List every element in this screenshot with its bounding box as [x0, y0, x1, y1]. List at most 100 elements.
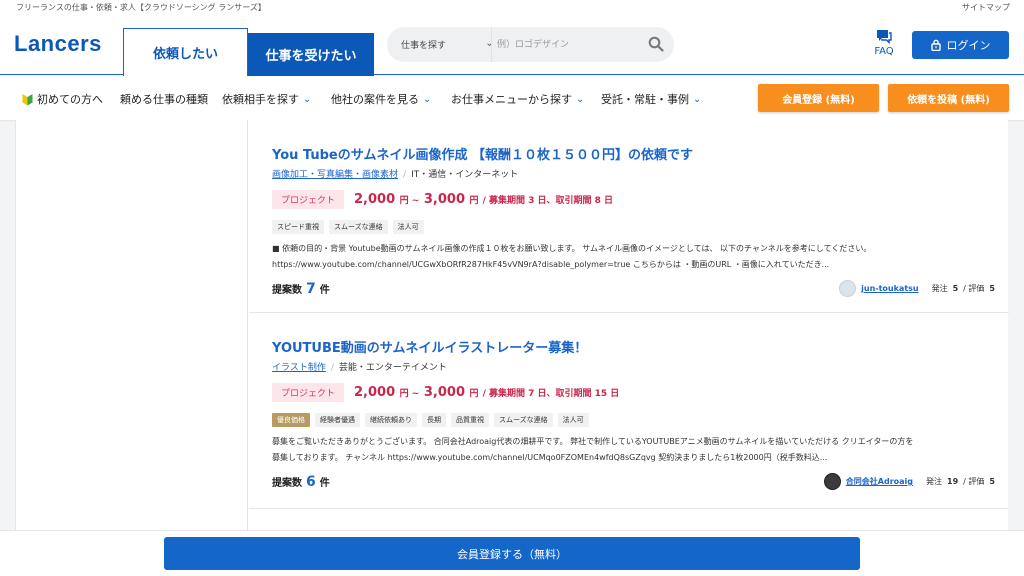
proposals-number: 6: [306, 474, 316, 490]
category-separator: /: [330, 363, 334, 373]
price-range: 2,000 円 ~ 3,000 円: [354, 192, 479, 207]
rating-value: 5: [989, 284, 995, 293]
project-badge: プロジェクト: [272, 190, 345, 209]
client-info: 合同会社Adroaig 発注 19 / 評価 5: [823, 473, 995, 490]
lancers-logo[interactable]: Lancers: [14, 31, 102, 57]
avatar[interactable]: [823, 473, 841, 490]
proposals-unit: 件: [319, 285, 330, 296]
price-row: プロジェクト 2,000 円 ~ 3,000 円 / 募集期間 3 日、取引期間…: [272, 190, 613, 209]
login-button[interactable]: ログイン: [912, 31, 1009, 59]
proposals-number: 7: [306, 281, 316, 297]
login-label: ログイン: [946, 39, 991, 52]
job-categories: 画像加工・写真編集・画像素材 / IT・通信・インターネット: [272, 167, 518, 180]
rating-value: 5: [989, 477, 995, 486]
nav-label: 他社の案件を見る: [331, 93, 419, 106]
tag-list: スピード重視 スムーズな連絡 法人可: [272, 220, 424, 234]
job-title-link[interactable]: YOUTUBE動画のサムネイルイラストレーター募集！: [272, 337, 587, 356]
nav-work-menu[interactable]: お仕事メニューから探す ⌄: [451, 91, 584, 107]
main-nav: 初めての方へ 頼める仕事の種類 依頼相手を探す ⌄ 他社の案件を見る ⌄ お仕事…: [0, 76, 1024, 120]
chevron-down-icon: ⌄: [693, 93, 702, 105]
orders-label: 発注: [926, 477, 943, 486]
left-column: [16, 120, 248, 530]
avatar[interactable]: [839, 280, 857, 297]
post-request-button[interactable]: 依頼を投稿 (無料): [888, 84, 1009, 112]
search-bar: 仕事を探す ⌄: [387, 27, 674, 62]
project-badge: プロジェクト: [272, 383, 345, 402]
faq-link[interactable]: FAQ: [868, 29, 900, 57]
proposal-count: 提案数 6 件: [272, 474, 330, 490]
chat-bubble-icon: [877, 30, 892, 44]
nav-beginners[interactable]: 初めての方へ: [22, 91, 103, 107]
job-description: ■ 依頼の目的・背景 Youtube動画のサムネイル画像の作成１０枚をお願い致し…: [272, 241, 997, 273]
tag-list: 優良価格 経験者優遇 継続依頼あり 長期 品質重視 スムーズな連絡 法人可: [272, 413, 589, 427]
chevron-down-icon: ⌄: [576, 93, 585, 105]
category-link[interactable]: 画像加工・写真編集・画像素材: [272, 170, 398, 180]
nav-other-projects[interactable]: 他社の案件を見る ⌄: [331, 91, 431, 107]
proposal-count: 提案数 7 件: [272, 281, 330, 297]
orders-count: 5: [952, 284, 959, 293]
client-name-link[interactable]: jun-toukatsu: [861, 284, 918, 293]
tag: 品質重視: [451, 413, 489, 427]
recruitment-period: / 募集期間 7 日、取引期間 15 日: [482, 389, 620, 399]
top-bar: フリーランスの仕事・依頼・求人【クラウドソーシング ランサーズ】 サイトマップ: [0, 0, 1024, 14]
faq-label: FAQ: [874, 46, 894, 57]
industry-label: 芸能・エンターテイメント: [338, 363, 447, 373]
nav-find-contractor[interactable]: 依頼相手を探す ⌄: [222, 91, 311, 107]
description-line: ■ 依頼の目的・背景 Youtube動画のサムネイル画像の作成１０枚をお願い致し…: [272, 244, 872, 253]
nav-label: 頼める仕事の種類: [120, 93, 208, 106]
job-listing: YOUTUBE動画のサムネイルイラストレーター募集！ イラスト制作 / 芸能・エンタ…: [249, 313, 1009, 509]
bottom-bar: 会員登録する（無料）: [0, 530, 1024, 576]
premium-price-tag: 優良価格: [272, 413, 310, 427]
industry-label: IT・通信・インターネット: [411, 170, 519, 180]
tag: スムーズな連絡: [329, 220, 388, 234]
proposals-unit: 件: [319, 478, 330, 489]
nav-job-types[interactable]: 頼める仕事の種類: [120, 91, 208, 107]
tag: 法人可: [392, 220, 424, 234]
nav-contract-cases[interactable]: 受託・常駐・事例 ⌄: [601, 91, 701, 107]
job-title-link[interactable]: You Tubeのサムネイル画像作成 【報酬１０枚１５００円】の依頼です: [272, 144, 693, 163]
category-separator: /: [403, 170, 407, 180]
rating-label: / 評価: [963, 477, 985, 486]
nav-label: 依頼相手を探す: [222, 93, 299, 106]
tab-work[interactable]: 仕事を受けたい: [248, 33, 374, 76]
tag: 法人可: [557, 413, 589, 427]
register-free-button[interactable]: 会員登録する（無料）: [164, 537, 860, 570]
job-description: 募集をご覧いただきありがとうございます。 合同会社Adroaig代表の畑耕平です…: [272, 434, 997, 466]
search-scope-select[interactable]: 仕事を探す: [401, 38, 446, 51]
chevron-down-icon: ⌄: [303, 93, 312, 105]
chevron-down-icon: ⌄: [423, 93, 432, 105]
tag: スピード重視: [272, 220, 324, 234]
client-info: jun-toukatsu 発注 5 / 評価 5: [839, 280, 995, 297]
proposals-label: 提案数: [272, 285, 302, 296]
orders-count: 19: [947, 477, 959, 486]
client-name-link[interactable]: 合同会社Adroaig: [846, 476, 913, 487]
rating-label: / 評価: [963, 284, 985, 293]
tag: スムーズな連絡: [494, 413, 553, 427]
search-input[interactable]: [497, 35, 637, 55]
price-range: 2,000 円 ~ 3,000 円: [354, 385, 479, 400]
category-link[interactable]: イラスト制作: [272, 363, 326, 373]
tag: 経験者優遇: [315, 413, 360, 427]
header: Lancers 依頼したい 仕事を受けたい 仕事を探す ⌄ FAQ ログイン: [0, 14, 1024, 76]
description-line: 募集しております。 チャンネル https://www.youtube.com/…: [272, 453, 828, 462]
nav-label: 初めての方へ: [37, 93, 103, 106]
proposals-label: 提案数: [272, 478, 302, 489]
nav-label: お仕事メニューから探す: [451, 93, 572, 106]
orders-label: 発注: [931, 284, 948, 293]
chevron-down-icon[interactable]: ⌄: [485, 36, 494, 49]
recruitment-period: / 募集期間 3 日、取引期間 8 日: [482, 196, 614, 206]
nav-label: 受託・常駐・事例: [601, 93, 689, 106]
tag: 継続依頼あり: [365, 413, 417, 427]
tab-request[interactable]: 依頼したい: [123, 28, 248, 76]
sitemap-link[interactable]: サイトマップ: [962, 2, 1010, 13]
price-row: プロジェクト 2,000 円 ~ 3,000 円 / 募集期間 7 日、取引期間…: [272, 383, 619, 402]
tag: 長期: [422, 413, 446, 427]
member-register-button[interactable]: 会員登録 (無料): [758, 84, 879, 112]
lock-icon: [930, 39, 941, 51]
main-content: You Tubeのサムネイル画像作成 【報酬１０枚１５００円】の依頼です 画像加…: [15, 120, 1009, 530]
search-icon[interactable]: [648, 36, 664, 52]
description-line: 募集をご覧いただきありがとうございます。 合同会社Adroaig代表の畑耕平です…: [272, 437, 914, 446]
job-categories: イラスト制作 / 芸能・エンターテイメント: [272, 360, 447, 373]
description-line: https://www.youtube.com/channel/UCGwXbOR…: [272, 260, 830, 269]
site-tagline: フリーランスの仕事・依頼・求人【クラウドソーシング ランサーズ】: [16, 3, 266, 12]
